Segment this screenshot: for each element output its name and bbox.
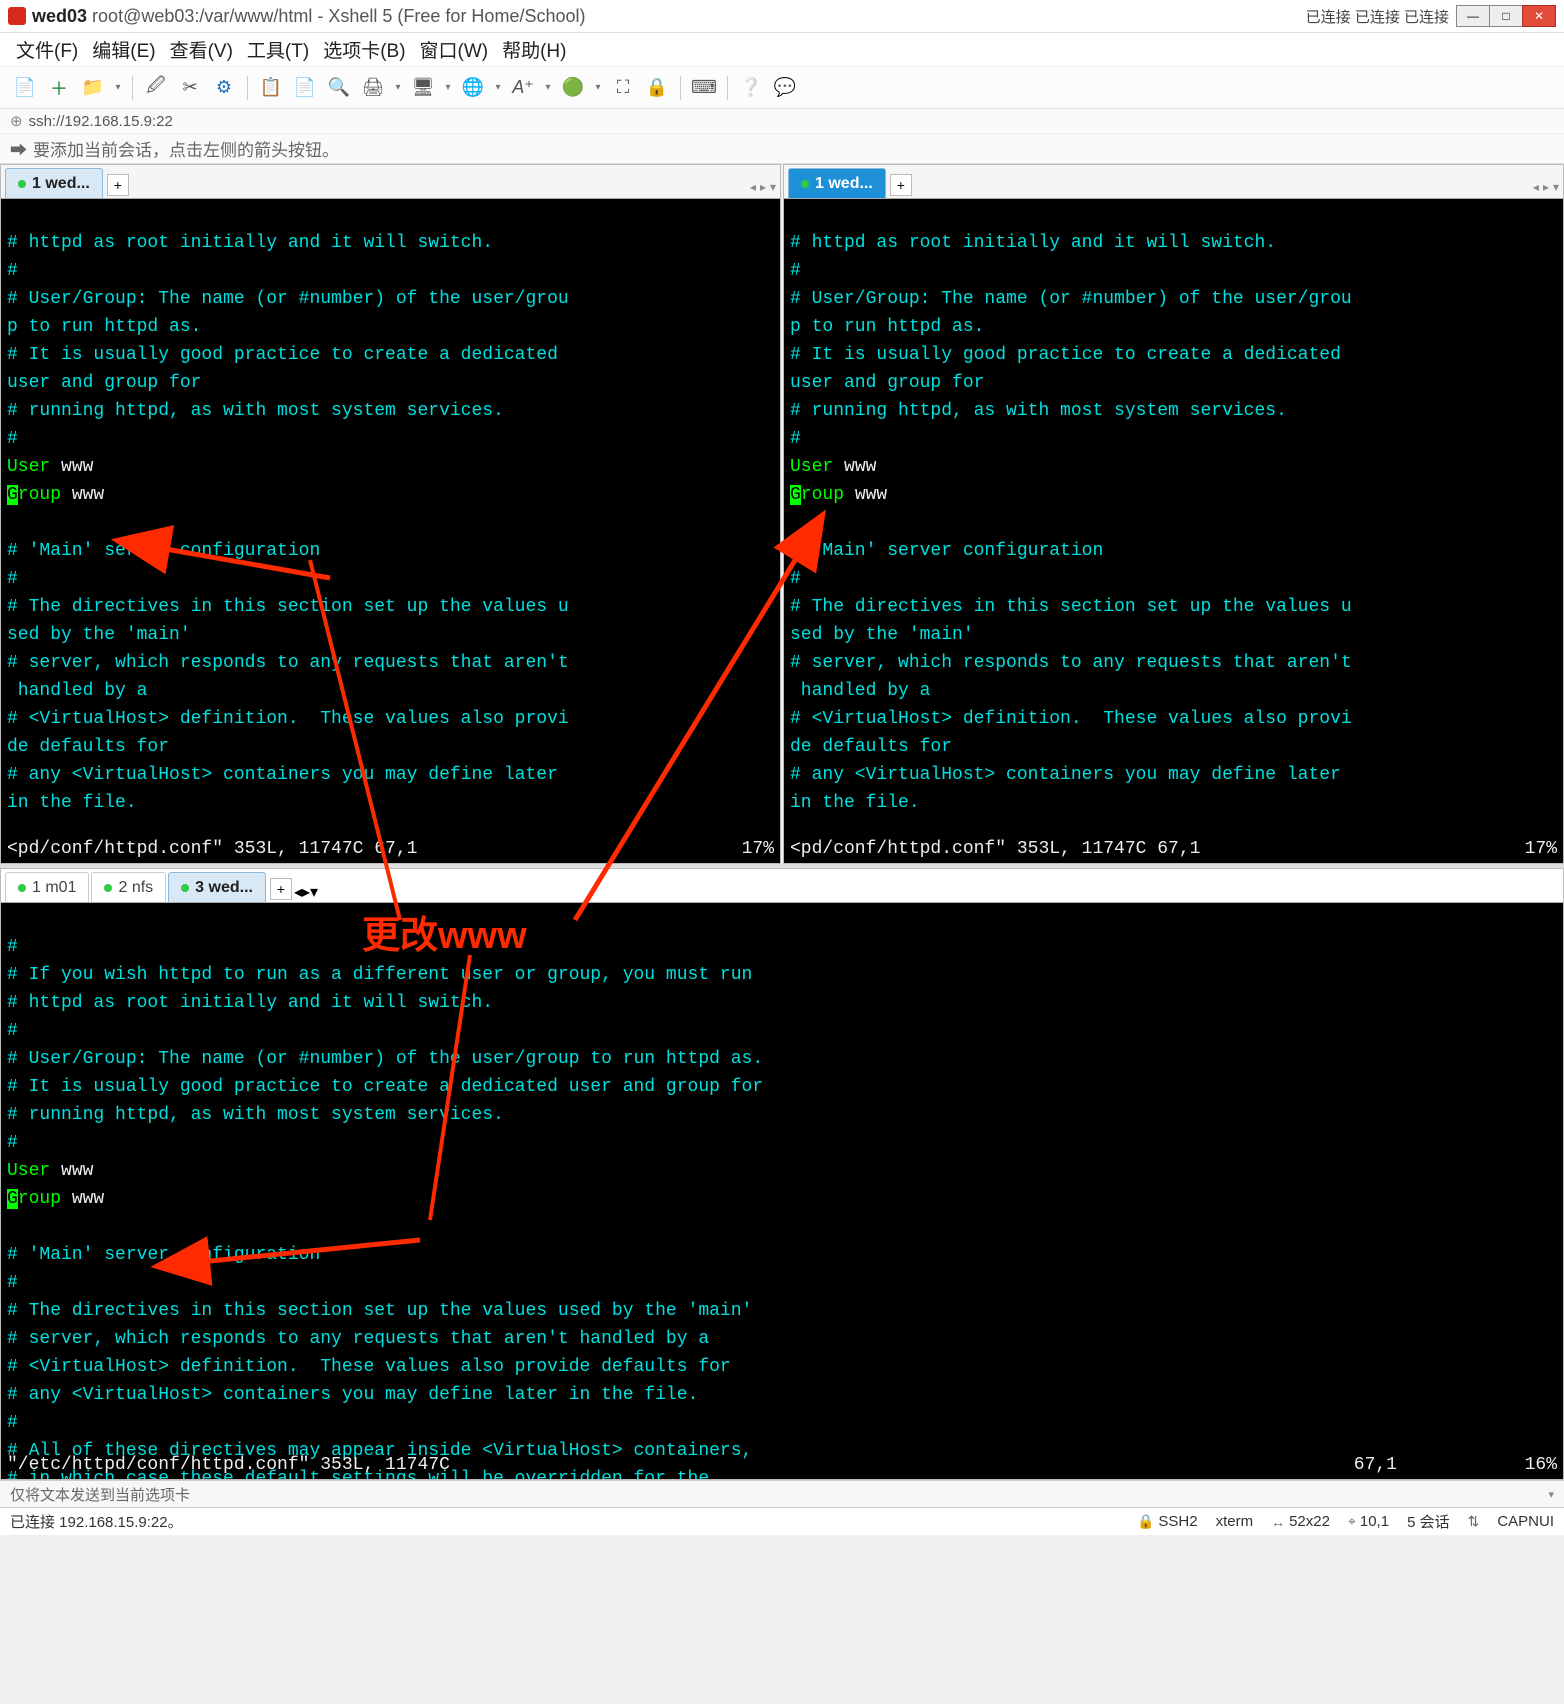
keyboard-icon[interactable]: ⌨ [689,73,719,103]
terminal-left[interactable]: # httpd as root initially and it will sw… [1,199,780,863]
menu-window[interactable]: 窗口(W) [420,36,489,63]
status-dot-icon [104,884,112,892]
hint-arrow-icon[interactable]: ⮕ [10,136,27,161]
connection-status-text: 已连接 已连接 已连接 [1306,6,1449,27]
tab-next-icon[interactable]: ▸ [1543,180,1549,194]
dropdown-icon[interactable]: ▾ [442,73,454,103]
address-bar[interactable]: ⊕ ssh://192.168.15.9:22 [0,109,1564,134]
pane-bottom: 1 m01 2 nfs 3 wed... + ◂▸▾ # # If you wi… [0,868,1564,1480]
tab-prev-icon[interactable]: ◂ [294,884,302,901]
tabrow-bottom: 1 m01 2 nfs 3 wed... + ◂▸▾ [1,869,1563,903]
copy-icon[interactable]: 📋 [256,73,286,103]
status-dot-icon [18,884,26,892]
tab-add-button[interactable]: + [890,174,912,196]
encoding-icon[interactable]: 🌐 [458,73,488,103]
menu-edit[interactable]: 编辑(E) [92,36,155,63]
cursor-icon: ⌖ [1348,1513,1356,1530]
minimize-button[interactable]: — [1456,5,1490,27]
status-cursor: 10,1 [1360,1513,1389,1530]
maximize-button[interactable]: □ [1489,5,1523,27]
tab-add-button[interactable]: + [270,878,292,900]
vim-statusline-right: <pd/conf/httpd.conf" 353L, 11747C 67,117… [790,835,1557,863]
tab-wed-bottom[interactable]: 3 wed... [168,872,266,902]
menu-tabs[interactable]: 选项卡(B) [323,36,405,63]
color-icon[interactable]: 🟢 [558,73,588,103]
reconnect-icon[interactable]: 🖉 [141,73,171,103]
properties-icon[interactable]: ⚙ [209,73,239,103]
menu-tools[interactable]: 工具(T) [247,36,309,63]
pane-right: 1 wed... + ◂ ▸ ▾ # httpd as root initially… [783,164,1564,864]
dropdown-icon[interactable]: ▾ [492,73,504,103]
status-dot-icon [801,180,809,188]
screen-icon[interactable]: 🖥 [408,73,438,103]
find-icon[interactable]: 🔍 [324,73,354,103]
toolbar: 📄 ＋ 📁 ▾ 🖉 ✂ ⚙ 📋 📄 🔍 🖨 ▾ 🖥 ▾ 🌐 ▾ A⁺ ▾ 🟢 ▾… [0,67,1564,109]
dropdown-icon[interactable]: ▾ [542,73,554,103]
size-icon: ↔ [1271,1514,1285,1530]
tabrow-right: 1 wed... + ◂ ▸ ▾ [784,165,1563,199]
dropdown-icon[interactable]: ▾ [112,73,124,103]
tab-m01[interactable]: 1 m01 [5,872,89,902]
terminal-right[interactable]: # httpd as root initially and it will sw… [784,199,1563,863]
vim-statusline-left: <pd/conf/httpd.conf" 353L, 11747C 67,117… [7,835,774,863]
ssh-icon: 🔒 [1137,1513,1154,1530]
status-bar: 已连接 192.168.15.9:22。 🔒SSH2 xterm ↔52x22 … [0,1507,1564,1535]
print-icon[interactable]: 🖨 [358,73,388,103]
tab-wed-right[interactable]: 1 wed... [788,168,886,198]
status-dot-icon [181,884,189,892]
bullet-icon: ⊕ [10,112,23,130]
vim-statusline-bottom: "/etc/httpd/conf/httpd.conf" 353L, 11747… [7,1451,1557,1479]
address-text: ssh://192.168.15.9:22 [29,113,173,130]
window-title: wed03 root@web03:/var/www/html - Xshell … [32,6,585,27]
tab-wed-left[interactable]: 1 wed... [5,168,103,198]
app-icon [8,7,26,25]
tab-next-icon[interactable]: ▸ [302,884,310,901]
menu-help[interactable]: 帮助(H) [502,36,566,63]
paste-icon[interactable]: 📄 [290,73,320,103]
new-session-icon[interactable]: 📄 [10,73,40,103]
status-dot-icon [18,180,26,188]
status-sessions: 5 会话 [1407,1511,1450,1532]
tab-menu-icon[interactable]: ▾ [770,180,776,194]
menubar: 文件(F) 编辑(E) 查看(V) 工具(T) 选项卡(B) 窗口(W) 帮助(… [0,33,1564,67]
panes-top: 1 wed... + ◂ ▸ ▾ # httpd as root initially… [0,164,1564,864]
status-term: xterm [1216,1513,1254,1530]
status-ime: CAPNUI [1497,1513,1554,1530]
tab-nfs[interactable]: 2 nfs [91,872,166,902]
status-connection: 已连接 192.168.15.9:22。 [10,1511,183,1532]
menu-file[interactable]: 文件(F) [16,36,78,63]
tab-prev-icon[interactable]: ◂ [750,180,756,194]
tabrow-left: 1 wed... + ◂ ▸ ▾ [1,165,780,199]
status-size: 52x22 [1289,1513,1330,1530]
disconnect-icon[interactable]: ✂ [175,73,205,103]
feedback-icon[interactable]: 💬 [770,73,800,103]
tab-menu-icon[interactable]: ▾ [1553,180,1559,194]
add-icon[interactable]: ＋ [44,73,74,103]
help-icon[interactable]: ❔ [736,73,766,103]
dropdown-icon[interactable]: ▾ [392,73,404,103]
fullscreen-icon[interactable]: ⛶ [608,73,638,103]
status-ssh: SSH2 [1158,1513,1197,1530]
footer-send-mode-text: 仅将文本发送到当前选项卡 [10,1484,190,1505]
tab-add-button[interactable]: + [107,174,129,196]
updown-icon: ⇅ [1468,1513,1480,1530]
hint-bar: ⮕ 要添加当前会话，点击左侧的箭头按钮。 [0,134,1564,164]
lock-icon[interactable]: 🔒 [642,73,672,103]
hint-text: 要添加当前会话，点击左侧的箭头按钮。 [33,136,339,161]
tab-next-icon[interactable]: ▸ [760,180,766,194]
footer-send-mode[interactable]: 仅将文本发送到当前选项卡 ▾ [0,1480,1564,1507]
open-folder-icon[interactable]: 📁 [78,73,108,103]
dropdown-icon[interactable]: ▾ [1548,1488,1554,1501]
dropdown-icon[interactable]: ▾ [592,73,604,103]
terminal-bottom[interactable]: # # If you wish httpd to run as a differ… [1,903,1563,1479]
font-icon[interactable]: A⁺ [508,73,538,103]
close-button[interactable]: ✕ [1522,5,1556,27]
tab-menu-icon[interactable]: ▾ [310,884,318,901]
pane-left: 1 wed... + ◂ ▸ ▾ # httpd as root initially… [0,164,781,864]
tab-prev-icon[interactable]: ◂ [1533,180,1539,194]
menu-view[interactable]: 查看(V) [170,36,233,63]
titlebar: wed03 root@web03:/var/www/html - Xshell … [0,0,1564,33]
